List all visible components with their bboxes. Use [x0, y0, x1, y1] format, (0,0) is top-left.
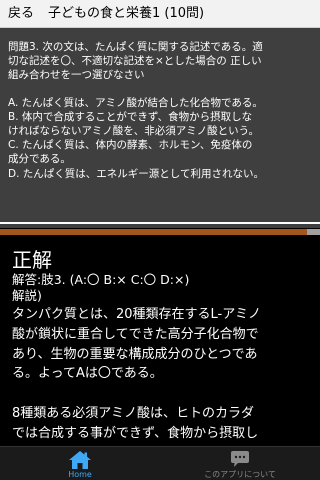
question-text: 問題3. 次の文は、たんぱく質に関する記述である。適 切な記述を〇、不適切な記述… [8, 41, 263, 82]
question-panel: 問題3. 次の文は、たんぱく質に関する記述である。適 切な記述を〇、不適切な記述… [0, 28, 320, 228]
answer-heading: 正解 [12, 248, 52, 272]
option-d: D. たんぱく質は、エネルギー源として利用されない。 [8, 167, 264, 180]
option-b: B. 体内で合成することができず、食物から摂取しな ければならないアミノ酸を、非… [8, 110, 259, 138]
tab-about[interactable]: このアプリについて [160, 447, 320, 480]
home-icon [69, 451, 91, 469]
option-c: C. たんぱく質は、体内の酵素、ホルモン、免疫体の 成分である。 [8, 139, 253, 166]
page-title: 子どもの食と栄養1 (10問) [48, 6, 205, 21]
tab-bar: Home このアプリについて [0, 446, 320, 480]
answer-section: 正解 解答:肢3. (A:〇 B:× C:〇 D:×) 解説) タンパク質とは、… [0, 240, 320, 446]
tab-home-label: Home [68, 470, 92, 479]
tab-home[interactable]: Home [0, 447, 160, 480]
explanation-label: 解説) [12, 288, 42, 303]
progress-fill [0, 229, 308, 235]
app-header: 戻る 子どもの食と栄養1 (10問) [0, 0, 320, 28]
divider [0, 222, 320, 224]
progress-bar [0, 229, 320, 235]
tab-about-label: このアプリについて [204, 470, 276, 479]
option-a: A. たんぱく質は、アミノ酸が結合した化合物である。 [8, 96, 263, 109]
answer-line: 解答:肢3. (A:〇 B:× C:〇 D:×) [12, 272, 190, 287]
back-button[interactable]: 戻る [4, 4, 38, 24]
speech-bubble-icon [231, 451, 249, 467]
options-list: A. たんぱく質は、アミノ酸が結合した化合物である。 B. 体内で合成することが… [8, 96, 314, 181]
explanation-text: タンパク質とは、20種類存在するL-アミノ 酸が鎖状に重合してできた高分子化合物… [12, 307, 261, 446]
